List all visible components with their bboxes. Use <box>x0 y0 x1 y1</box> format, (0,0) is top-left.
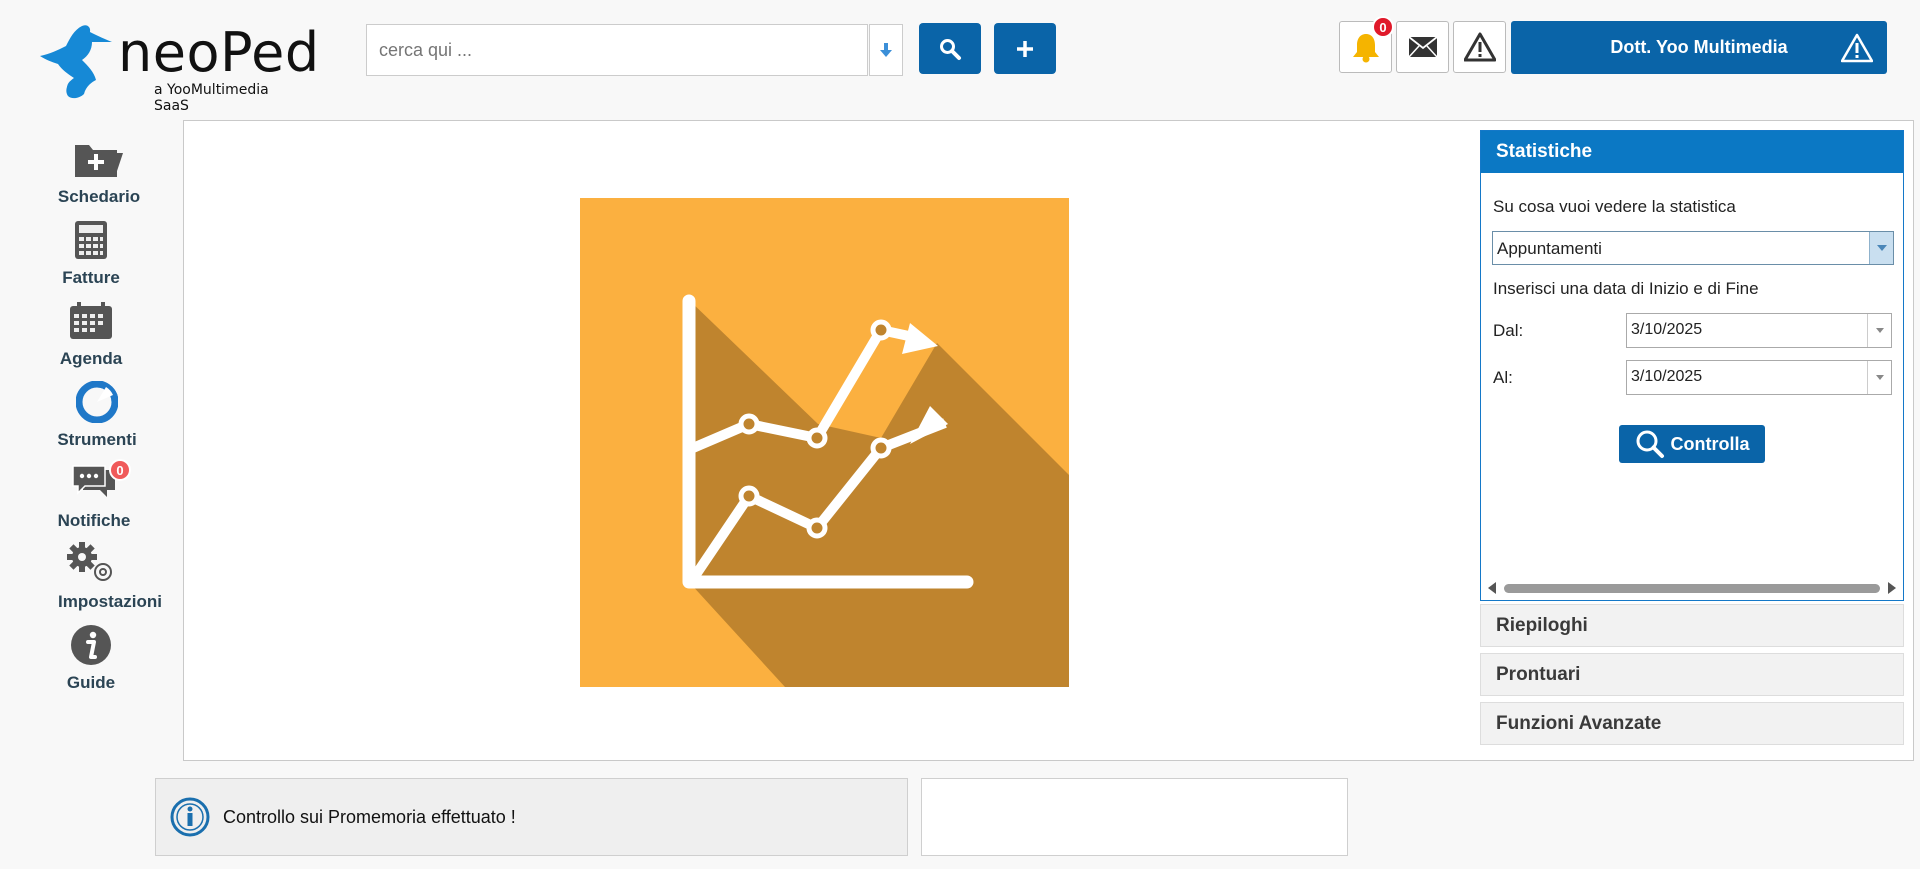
warning-icon <box>1463 32 1496 62</box>
statistics-type-select[interactable]: Appuntamenti <box>1492 231 1894 265</box>
sidebar-item-notifiche[interactable]: 0 Notifiche <box>29 457 159 531</box>
to-date-field[interactable]: 3/10/2025 <box>1626 360 1892 395</box>
from-date-label: Dal: <box>1493 321 1524 340</box>
gears-icon <box>45 538 175 590</box>
sidebar-item-strumenti[interactable]: Strumenti <box>32 376 162 450</box>
accordion-riepiloghi[interactable]: Riepiloghi <box>1480 604 1904 647</box>
reminder-notification: Controllo sui Promemoria effettuato ! <box>155 778 908 856</box>
search-icon <box>940 38 961 60</box>
sidebar-item-schedario[interactable]: Schedario <box>34 133 164 207</box>
from-date-value: 3/10/2025 <box>1631 321 1703 338</box>
app-logo: neoPed a YooMultimedia SaaS <box>36 20 319 114</box>
notifications-button[interactable]: 0 <box>1339 16 1394 73</box>
date-picker-chevron-icon[interactable] <box>1867 361 1891 394</box>
sidebar-item-label: Notifiche <box>57 511 131 530</box>
sidebar-item-label: Guide <box>66 673 116 692</box>
envelope-icon <box>1407 36 1438 58</box>
search-box <box>366 24 868 76</box>
secondary-status-box <box>921 778 1348 856</box>
sidebar-item-label: Agenda <box>59 349 123 368</box>
user-name: Dott. Yoo Multimedia <box>1610 37 1788 57</box>
chevron-down-icon[interactable] <box>1869 232 1893 264</box>
sidebar-item-impostazioni[interactable]: Impostazioni <box>45 538 175 612</box>
statistics-title: Statistiche <box>1496 141 1593 162</box>
calendar-icon <box>26 295 156 347</box>
stork-logo-icon <box>40 25 112 99</box>
to-date-value: 3/10/2025 <box>1631 368 1703 385</box>
folder-add-icon <box>34 133 164 185</box>
add-button[interactable] <box>994 23 1056 74</box>
brand-name: neoPed <box>118 21 320 84</box>
accordion-label: Prontuari <box>1496 663 1581 685</box>
chat-icon: 0 <box>29 457 159 509</box>
user-menu-button[interactable]: Dott. Yoo Multimedia <box>1511 21 1887 74</box>
statistics-panel-header[interactable]: Statistiche <box>1481 131 1903 173</box>
sidebar-item-fatture[interactable]: Fatture <box>26 214 156 288</box>
check-button-label: Controlla <box>1670 433 1750 454</box>
plus-icon <box>1017 40 1033 57</box>
notifiche-badge: 0 <box>109 459 131 481</box>
horizontal-scrollbar[interactable] <box>1486 581 1898 595</box>
accordion-label: Riepiloghi <box>1496 614 1588 636</box>
accordion-prontuari[interactable]: Prontuari <box>1480 653 1904 696</box>
pie-chart-icon <box>32 376 162 428</box>
user-warning-icon <box>1841 33 1873 63</box>
sidebar-item-label: Impostazioni <box>58 592 162 611</box>
search-button[interactable] <box>919 23 981 74</box>
accordion-funzioni-avanzate[interactable]: Funzioni Avanzate <box>1480 702 1904 745</box>
search-input[interactable] <box>367 25 867 75</box>
statistics-type-value: Appuntamenti <box>1497 239 1602 258</box>
search-dropdown-button[interactable] <box>869 24 903 76</box>
sidebar-item-label: Schedario <box>57 187 141 206</box>
statistics-panel: Statistiche Su cosa vuoi vedere la stati… <box>1480 130 1904 601</box>
sidebar-item-label: Strumenti <box>57 430 137 449</box>
from-date-field[interactable]: 3/10/2025 <box>1626 313 1892 348</box>
scroll-right-icon[interactable] <box>1888 582 1896 594</box>
statistics-illustration-icon <box>580 198 1069 687</box>
info-icon <box>26 619 156 671</box>
check-button[interactable]: Controlla <box>1619 425 1765 463</box>
date-range-label: Inserisci una data di Inizio e di Fine <box>1493 279 1759 298</box>
sidebar-item-guide[interactable]: Guide <box>26 619 156 693</box>
brand-tagline: a YooMultimedia SaaS <box>154 82 269 114</box>
magnifier-icon <box>1636 430 1664 458</box>
calculator-icon <box>26 214 156 266</box>
sidebar-item-agenda[interactable]: Agenda <box>26 295 156 369</box>
mail-button[interactable] <box>1396 21 1449 73</box>
sidebar-item-label: Fatture <box>62 268 120 287</box>
info-circle-icon <box>170 797 210 837</box>
scroll-left-icon[interactable] <box>1488 582 1496 594</box>
date-picker-chevron-icon[interactable] <box>1867 314 1891 347</box>
to-date-label: Al: <box>1493 368 1513 387</box>
accordion-label: Funzioni Avanzate <box>1496 712 1662 734</box>
arrow-down-icon <box>880 43 892 57</box>
reminder-message: Controllo sui Promemoria effettuato ! <box>223 806 516 827</box>
scrollbar-thumb[interactable] <box>1504 584 1880 593</box>
alerts-button[interactable] <box>1453 21 1506 73</box>
statistics-question-label: Su cosa vuoi vedere la statistica <box>1493 197 1736 216</box>
notifications-badge: 0 <box>1372 16 1394 38</box>
